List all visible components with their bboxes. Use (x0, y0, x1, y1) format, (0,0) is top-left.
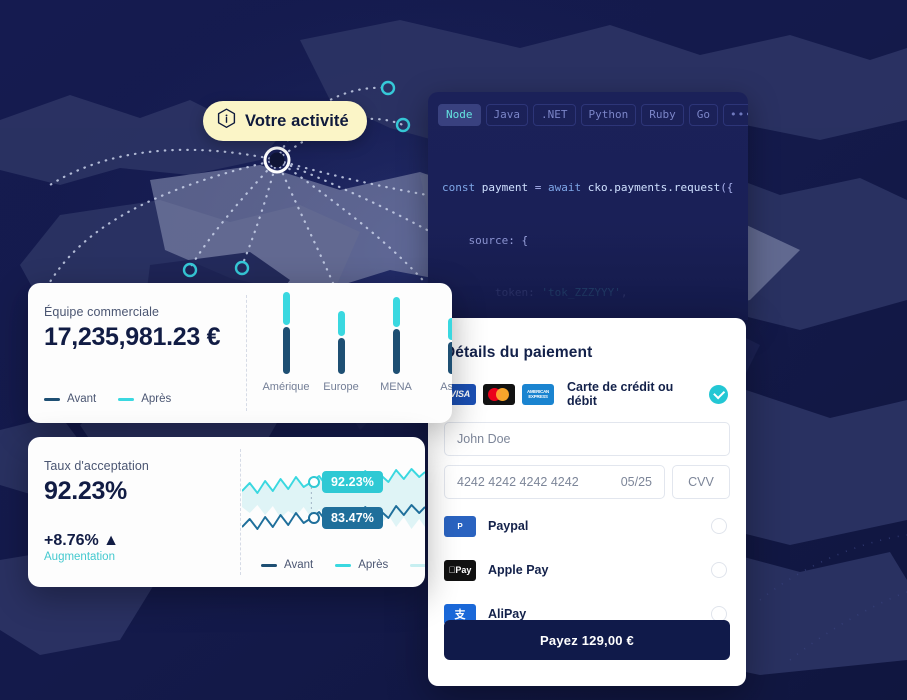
acceptance-delta-block: +8.76% ▲ Augmentation (44, 532, 119, 563)
cardholder-name-field-wrapper: John Doe (428, 408, 746, 456)
bar-label-europe: Europe (323, 381, 359, 393)
card-method-selected-check-icon[interactable] (709, 384, 728, 404)
applepay-radio[interactable] (711, 562, 727, 578)
acceptance-card-text: Taux d'acceptation 92.23% (28, 437, 149, 587)
card-number-value: 4242 4242 4242 4242 (457, 475, 579, 489)
code-line: const payment = await cko.payments.reque… (442, 181, 734, 194)
bar-before (282, 327, 290, 374)
card-expiry-value: 05/25 (620, 475, 652, 489)
acceptance-card-divider (240, 449, 241, 575)
code-line: source: { (468, 233, 529, 247)
bar-stack (282, 292, 290, 374)
bar-after (282, 292, 290, 325)
legend-swatch-avant (261, 563, 277, 567)
bar-stack (392, 297, 400, 374)
tooltip-avant: 83.47% (322, 507, 383, 529)
applepay-label: Apple Pay (488, 563, 549, 577)
sales-card-divider (246, 295, 247, 411)
cvv-input[interactable]: CVV (672, 465, 730, 499)
bar-group-asie: Asie (421, 298, 452, 393)
bar-after (392, 297, 400, 327)
legend-label-avant: Avant (67, 393, 97, 405)
activity-badge[interactable]: Votre activité (203, 101, 367, 141)
tab-node[interactable]: Node (438, 104, 481, 126)
acceptance-card-value: 92.23% (44, 477, 127, 505)
code-line: token: 'tok_ZZZYYY', (494, 286, 628, 299)
sales-card-title: Équipe commerciale (44, 305, 160, 319)
acceptance-line-chart: 92.23% 83.47% (241, 449, 425, 557)
legend-item-avant: Avant (261, 559, 313, 571)
amex-icon: AMERICAN EXPRESS (522, 383, 554, 405)
bar-group-europe: Europe (311, 295, 371, 393)
card-method-row[interactable]: VISA AMERICAN EXPRESS Carte de crédit ou … (428, 362, 746, 408)
bar-label-asie: Asie (440, 381, 452, 393)
sales-team-card: Équipe commerciale 17,235,981.23 € Avant… (28, 283, 452, 423)
acceptance-delta-value: +8.76% ▲ (44, 532, 119, 549)
sales-card-value: 17,235,981.23 € (44, 323, 221, 351)
bar-after (447, 318, 452, 340)
bar-before (447, 342, 452, 374)
acceptance-delta-caption: Augmentation (44, 551, 115, 563)
acceptance-rate-card: Taux d'acceptation 92.23% +8.76% ▲ Augme… (28, 437, 425, 587)
alipay-label: AliPay (488, 607, 527, 621)
tab-dotnet[interactable]: .NET (533, 104, 576, 126)
card-method-label: Carte de crédit ou débit (567, 380, 674, 408)
bar-label-amerique: Amérique (262, 381, 310, 393)
mastercard-icon (483, 383, 515, 405)
code-language-tabs: Node Java .NET Python Ruby Go ••• (428, 92, 748, 126)
tab-java[interactable]: Java (485, 104, 528, 126)
paypal-radio[interactable] (711, 518, 727, 534)
data-point-apres (308, 476, 320, 488)
legend-swatch-apres (335, 563, 352, 567)
legend-item-apres: Après (335, 559, 388, 571)
legend-swatch-uplift (410, 563, 425, 567)
legend-swatch-avant (44, 397, 60, 401)
legend-label-apres: Après (358, 559, 389, 571)
cardholder-name-input[interactable]: John Doe (444, 422, 730, 456)
bar-before (337, 338, 345, 374)
payment-details-card: Détails du paiement VISA AMERICAN EXPRESS… (428, 318, 746, 686)
legend-swatch-apres (118, 397, 135, 401)
legend-label-avant: Avant (284, 559, 314, 571)
payment-method-paypal[interactable]: P Paypal (428, 509, 746, 543)
legend-item-avant: Avant (44, 393, 96, 405)
legend-item-uplift: Uplift (410, 559, 425, 571)
paypal-icon: P (444, 515, 476, 537)
data-point-avant (308, 512, 320, 524)
payment-method-applepay[interactable]: Pay Apple Pay (428, 553, 746, 587)
screen-stage: Votre activité Node Java .NET Python Rub… (0, 0, 907, 700)
tooltip-apres: 92.23% (322, 471, 383, 493)
acceptance-card-title: Taux d'acceptation (44, 459, 149, 473)
tab-more-icon[interactable]: ••• (723, 104, 748, 126)
cube-info-icon (217, 108, 236, 134)
tab-python[interactable]: Python (580, 104, 637, 126)
code-snippet: const payment = await cko.payments.reque… (428, 126, 748, 320)
paypal-label: Paypal (488, 519, 529, 533)
code-panel: Node Java .NET Python Ruby Go ••• const … (428, 92, 748, 320)
bar-group-amerique: Amérique (256, 292, 316, 393)
tab-ruby[interactable]: Ruby (641, 104, 684, 126)
bar-stack (337, 311, 345, 374)
legend-label-apres: Après (141, 393, 172, 405)
bar-stack (447, 318, 452, 374)
tab-go[interactable]: Go (688, 104, 718, 126)
applepay-icon: Pay (444, 559, 476, 581)
bar-after (337, 311, 345, 336)
legend-item-apres: Après (118, 393, 171, 405)
sales-legend: Avant Après (44, 393, 171, 405)
bar-before (392, 329, 400, 374)
payment-card-title: Détails du paiement (444, 344, 593, 361)
acceptance-legend: Avant Après Uplift (261, 559, 425, 571)
bar-group-mena: MENA (366, 292, 426, 393)
card-number-input[interactable]: 4242 4242 4242 4242 05/25 (444, 465, 665, 499)
activity-badge-label: Votre activité (245, 111, 349, 130)
bar-label-mena: MENA (380, 381, 412, 393)
card-number-row: 4242 4242 4242 4242 05/25 CVV (428, 456, 746, 499)
regional-bar-chart: Amérique Europe MENA As (248, 292, 452, 423)
pay-button[interactable]: Payez 129,00 € (444, 620, 730, 660)
